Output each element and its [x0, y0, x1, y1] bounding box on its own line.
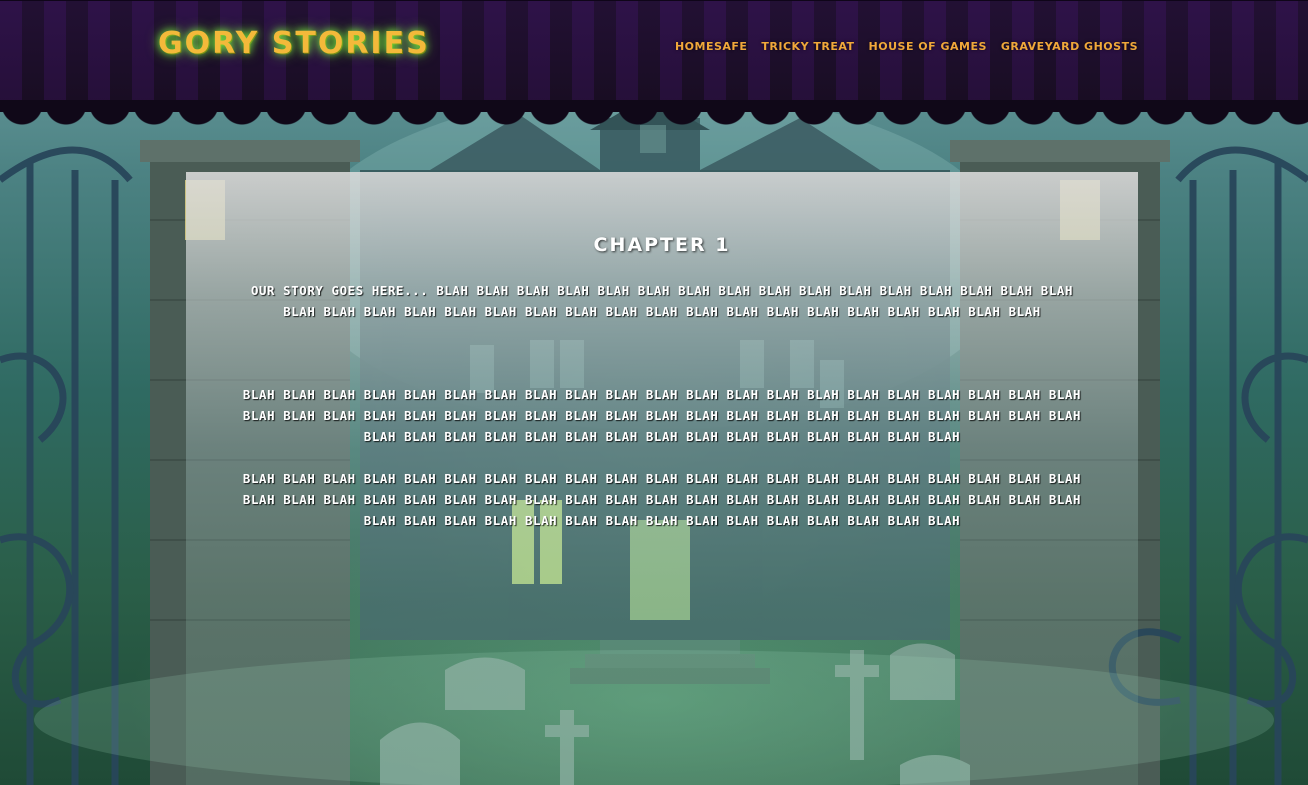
story-paragraph: BLAH BLAH BLAH BLAH BLAH BLAH BLAH BLAH … — [242, 471, 1082, 528]
header-scallop-edge — [0, 104, 1308, 126]
nav-link-graveyard-ghosts[interactable]: GRAVEYARD GHOSTS — [1001, 40, 1138, 53]
story-paragraph: OUR STORY GOES HERE... BLAH BLAH BLAH BL… — [250, 283, 1074, 319]
main-nav: HOMESAFE TRICKY TREAT HOUSE OF GAMES GRA… — [675, 40, 1138, 53]
story-panel: CHAPTER 1 OUR STORY GOES HERE... BLAH BL… — [186, 172, 1138, 785]
nav-link-homesafe[interactable]: HOMESAFE — [675, 40, 747, 53]
page: GORY STORIES HOMESAFE TRICKY TREAT HOUSE… — [0, 0, 1308, 785]
chapter-title: CHAPTER 1 — [593, 234, 731, 256]
nav-link-house-of-games[interactable]: HOUSE OF GAMES — [869, 40, 987, 53]
site-header: GORY STORIES HOMESAFE TRICKY TREAT HOUSE… — [0, 0, 1308, 100]
site-logo[interactable]: GORY STORIES — [158, 26, 430, 61]
nav-link-tricky-treat[interactable]: TRICKY TREAT — [761, 40, 854, 53]
story-paragraph: BLAH BLAH BLAH BLAH BLAH BLAH BLAH BLAH … — [242, 387, 1082, 444]
